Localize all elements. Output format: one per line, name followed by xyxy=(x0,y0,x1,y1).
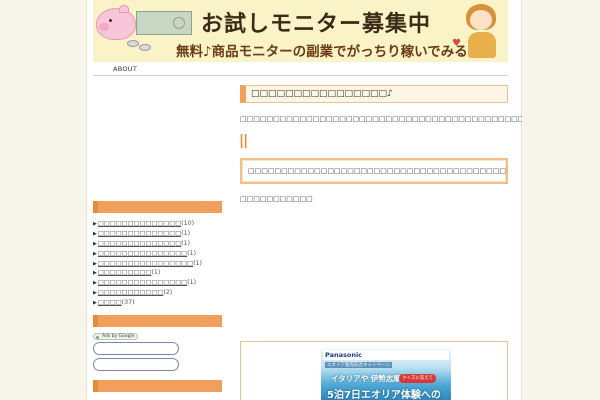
sidebar-heading-search xyxy=(93,380,222,392)
top-nav: ABOUT xyxy=(93,62,508,76)
ad-quiz-chip: クイズに答えて xyxy=(399,374,437,383)
mascot-girl-icon: ♥ xyxy=(452,2,504,60)
piggy-bank-icon xyxy=(96,5,136,40)
post-note-text: □□□□□□□□□□□ xyxy=(240,195,313,203)
sidebar-heading-categories xyxy=(93,201,222,213)
list-item[interactable]: ▶□□□□□□□□□□□(2) xyxy=(93,288,223,298)
list-item[interactable]: ▶□□□□□□□□□□□□□□(1) xyxy=(93,229,223,239)
list-item[interactable]: ▶□□□□□□□□□□□□□□□(1) xyxy=(93,278,223,288)
list-item[interactable]: ▶□□□□□□□□□(1) xyxy=(93,268,223,278)
ad-headline: イタリアや 伊勢志摩 xyxy=(331,374,401,383)
ad-campaign-text: エオリア発売記念キャンペーン xyxy=(325,362,392,368)
site-subtitle: 無料♪商品モニターの副業でがっちり稼いでみる xyxy=(176,44,468,60)
ad-link-field[interactable] xyxy=(93,358,179,371)
list-item[interactable]: ▶□□□□□□□□□□□□□□(10) xyxy=(93,219,223,229)
banknote-icon xyxy=(136,11,192,35)
list-item[interactable]: ▶□□□□□□□□□□□□□□□(1) xyxy=(93,249,223,259)
panasonic-ad-banner[interactable]: Panasonic エオリア発売記念キャンペーン イタリアや 伊勢志摩 クイズに… xyxy=(321,349,451,400)
ad-brand-logo: Panasonic xyxy=(323,350,449,360)
ad-link-field[interactable] xyxy=(93,342,179,355)
ads-info-icon xyxy=(96,335,99,339)
list-item[interactable]: ▶□□□□(37) xyxy=(93,298,223,308)
post-title[interactable]: □□□□□□□□□□□□□□□□♪ xyxy=(240,85,508,103)
coin-icon xyxy=(127,40,139,47)
section-marker: || xyxy=(239,133,248,149)
site-title: お試しモニター募集中 xyxy=(201,12,432,37)
ad-offer-text: 5泊7日エオリア体験への xyxy=(327,390,441,400)
list-item[interactable]: ▶□□□□□□□□□□□□□□□□(1) xyxy=(93,259,223,269)
ads-by-google-badge[interactable]: Ads by Google xyxy=(93,333,139,340)
sidebar-heading-ads xyxy=(93,315,222,327)
nav-item-about[interactable]: ABOUT xyxy=(113,65,137,73)
category-list: ▶□□□□□□□□□□□□□□(10) ▶□□□□□□□□□□□□□□(1) ▶… xyxy=(93,219,223,308)
header-banner[interactable]: お試しモニター募集中 無料♪商品モニターの副業でがっちり稼いでみる ♥ xyxy=(93,0,508,62)
quote-box: □□□□□□□□□□□□□□□□□□□□□□□□□□□□□□□□□□□□□□□□… xyxy=(240,158,508,184)
list-item[interactable]: ▶□□□□□□□□□□□□□□(1) xyxy=(93,239,223,249)
coin-icon xyxy=(139,44,151,51)
post-body-text: □□□□□□□□□□□□□□□□□□□□□□□□□□□□□□□□□□□□□□□□… xyxy=(240,115,522,123)
